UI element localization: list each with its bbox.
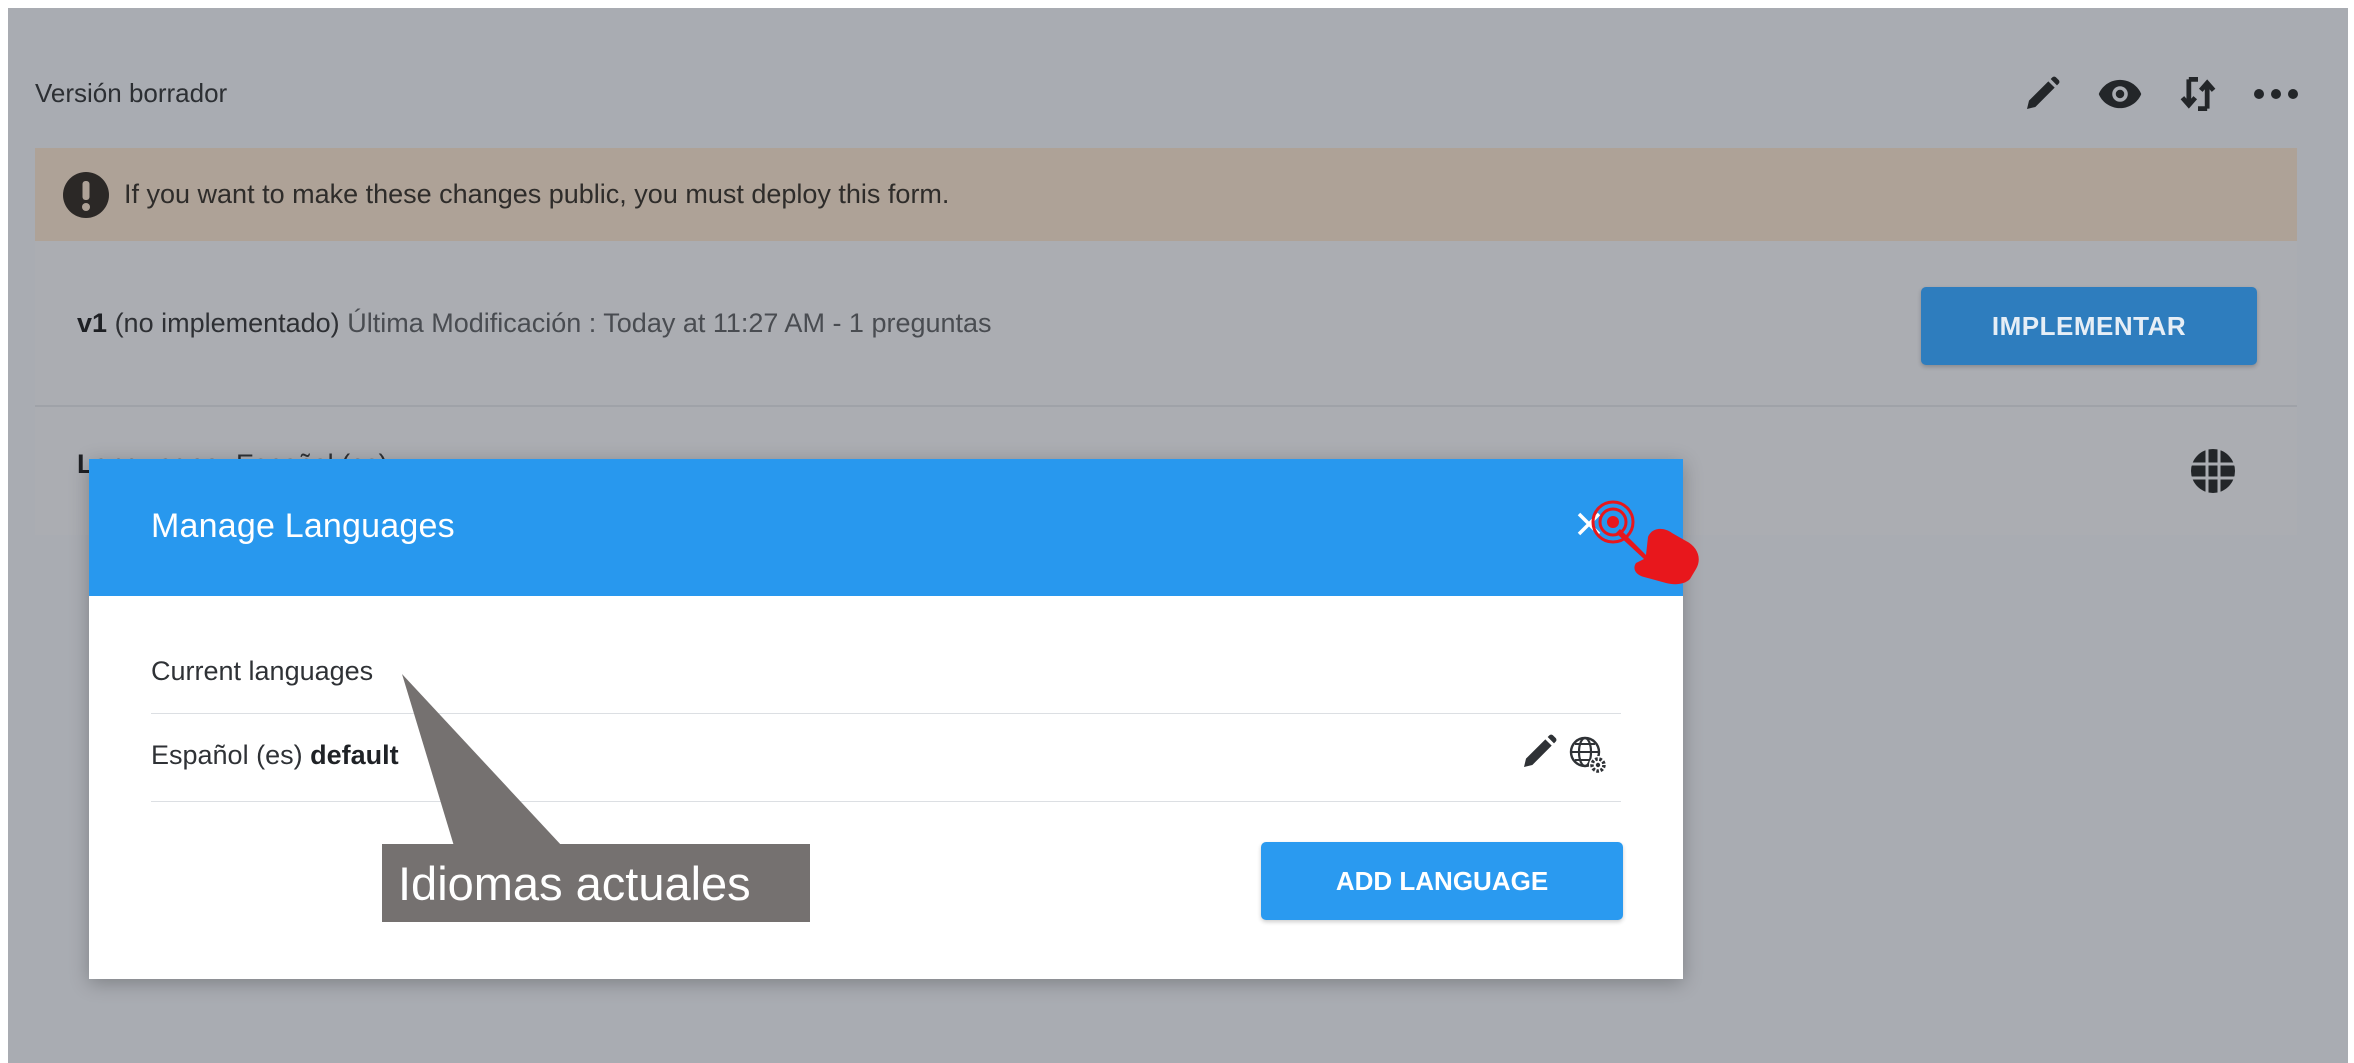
callout-label: Idiomas actuales: [382, 844, 810, 922]
click-hand-cursor-icon: [1586, 497, 1708, 587]
callout-pointer: [402, 674, 562, 846]
